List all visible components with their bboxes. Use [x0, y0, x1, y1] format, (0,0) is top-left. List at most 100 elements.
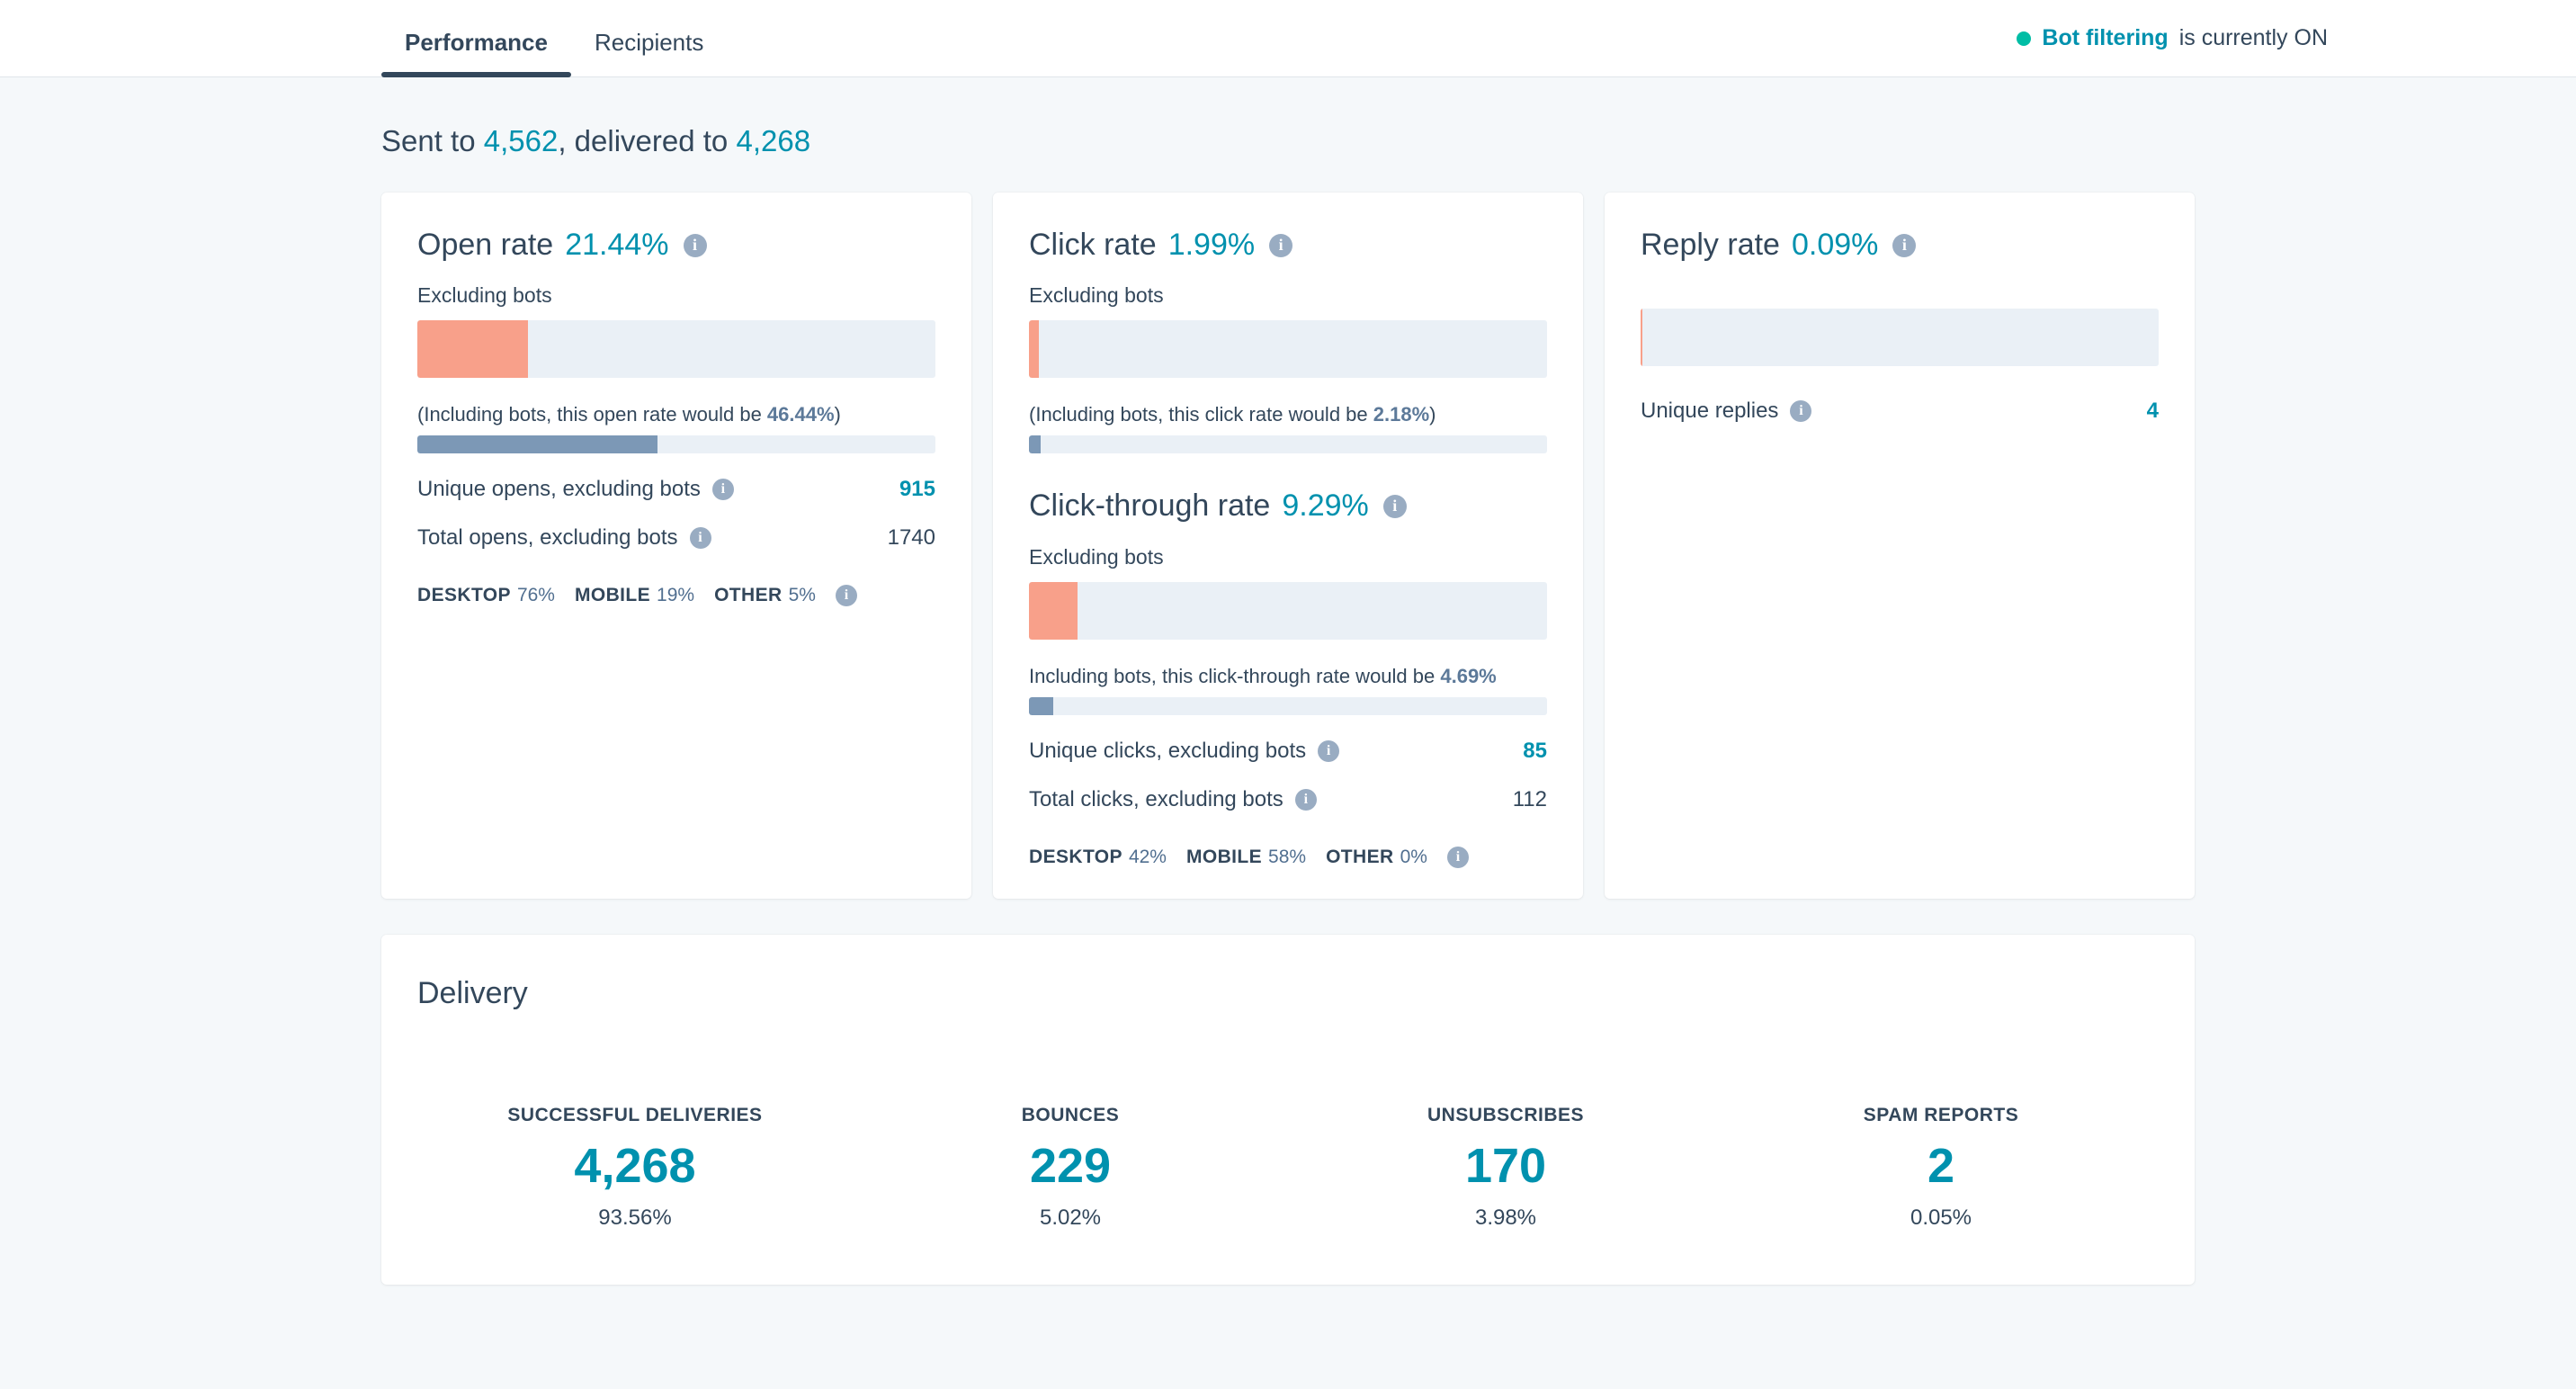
open-rate-info-icon[interactable]: i — [683, 233, 707, 257]
tab-performance[interactable]: Performance — [381, 29, 571, 77]
reply-rate-title: Reply rate 0.09% i — [1641, 228, 2159, 262]
device-other-pct: 0% — [1400, 846, 1427, 867]
open-rate-including-prefix: (Including bots, this open rate would be — [417, 403, 767, 426]
metric-percent: 5.02% — [1039, 1205, 1102, 1231]
metric-successful-deliveries: SUCCESSFUL DELIVERIES 4,268 93.56% — [417, 1105, 853, 1232]
click-rate-label: Click rate — [1029, 228, 1157, 262]
open-device-info-icon[interactable]: i — [835, 585, 857, 607]
stat-value-unique-opens: 915 — [899, 477, 935, 502]
click-rate-bar-excluding-bots — [1029, 320, 1547, 379]
tab-recipients[interactable]: Recipients — [571, 29, 727, 76]
device-other-label: OTHER — [1326, 846, 1394, 867]
click-rate-including-bots-text: (Including bots, this click rate would b… — [1029, 403, 1547, 426]
open-rate-bar-including-bots — [417, 435, 935, 454]
device-desktop: DESKTOP 42% — [1029, 847, 1167, 868]
total-opens-info-icon[interactable]: i — [689, 527, 711, 550]
click-rate-including-suffix: ) — [1429, 403, 1436, 426]
ctr-including-bar-fill — [1029, 696, 1053, 715]
metric-bounces: BOUNCES 229 5.02% — [853, 1105, 1288, 1232]
reply-rate-bar — [1641, 309, 2159, 367]
reply-rate-spacer — [1641, 262, 2159, 309]
metric-value[interactable]: 229 — [853, 1141, 1288, 1192]
sent-count: 4,562 — [483, 124, 559, 157]
click-device-info-icon[interactable]: i — [1446, 846, 1469, 868]
page-content: Sent to 4,562, delivered to 4,268 Open r… — [0, 77, 2576, 1286]
stat-value-total-opens: 1740 — [887, 525, 935, 551]
ctr-including-prefix: Including bots, this click-through rate … — [1029, 664, 1441, 687]
bot-filtering-status-text: is currently ON — [2178, 25, 2328, 50]
device-other-pct: 5% — [788, 585, 816, 606]
delivered-count: 4,268 — [736, 124, 811, 157]
top-navigation-bar: Performance Recipients Bot filtering is … — [0, 0, 2576, 77]
ctr-bar-excluding-bots — [1029, 581, 1547, 640]
open-rate-title: Open rate 21.44% i — [417, 228, 935, 262]
reply-rate-label: Reply rate — [1641, 228, 1780, 262]
stat-row-unique-replies: Unique replies i 4 — [1641, 399, 2159, 424]
metric-percent: 0.05% — [1910, 1205, 1972, 1231]
click-rate-card: Click rate 1.99% i Excluding bots (Inclu… — [993, 193, 1583, 899]
stat-row-unique-clicks: Unique clicks, excluding bots i 85 — [1029, 739, 1547, 764]
open-rate-including-value: 46.44% — [766, 403, 835, 426]
metric-percent: 3.98% — [1474, 1205, 1537, 1231]
open-rate-label: Open rate — [417, 228, 554, 262]
device-mobile: MOBILE 19% — [575, 585, 694, 606]
reply-rate-bar-fill — [1641, 309, 1642, 367]
metric-label: SUCCESSFUL DELIVERIES — [507, 1104, 763, 1125]
device-desktop-pct: 76% — [516, 585, 555, 606]
click-through-rate-info-icon[interactable]: i — [1382, 495, 1407, 519]
stat-label-wrap: Unique replies i — [1641, 399, 1812, 424]
metric-unsubscribes: UNSUBSCRIBES 170 3.98% — [1288, 1105, 1723, 1232]
device-mobile-pct: 19% — [657, 585, 695, 606]
stat-label-wrap: Total opens, excluding bots i — [417, 525, 711, 551]
click-through-rate-label: Click-through rate — [1029, 488, 1271, 524]
tab-recipients-label: Recipients — [594, 29, 704, 56]
stat-row-total-clicks: Total clicks, excluding bots i 112 — [1029, 787, 1547, 812]
click-rate-bar-including-bots — [1029, 435, 1547, 454]
metric-value[interactable]: 4,268 — [417, 1141, 853, 1192]
delivered-prefix: , delivered to — [558, 124, 737, 157]
sent-delivered-summary: Sent to 4,562, delivered to 4,268 — [381, 77, 2195, 193]
metrics-card-row: Open rate 21.44% i Excluding bots (Inclu… — [381, 193, 2195, 899]
reply-rate-info-icon[interactable]: i — [1892, 233, 1917, 257]
metric-value[interactable]: 170 — [1288, 1141, 1723, 1192]
ctr-including-value: 4.69% — [1440, 664, 1497, 687]
metric-label: BOUNCES — [1021, 1104, 1120, 1125]
stat-label-unique-opens: Unique opens, excluding bots — [417, 477, 701, 502]
open-rate-excluding-label: Excluding bots — [417, 283, 552, 308]
click-through-rate-title: Click-through rate 9.29% i — [1029, 488, 1547, 524]
ctr-excluding-label: Excluding bots — [1029, 544, 1164, 569]
open-rate-including-bots-text: (Including bots, this open rate would be… — [417, 403, 935, 426]
status-dot-icon — [2017, 31, 2032, 46]
open-rate-value: 21.44% — [565, 228, 669, 262]
device-mobile: MOBILE 58% — [1186, 847, 1306, 868]
ctr-bar-including-bots — [1029, 696, 1547, 715]
ctr-including-bots-text: Including bots, this click-through rate … — [1029, 665, 1547, 688]
metric-value[interactable]: 2 — [1723, 1141, 2159, 1192]
reply-rate-card: Reply rate 0.09% i Unique replies i 4 — [1605, 193, 2195, 899]
delivery-title: Delivery — [417, 975, 528, 1010]
stat-label-total-opens: Total opens, excluding bots — [417, 525, 678, 551]
metric-percent: 93.56% — [598, 1205, 672, 1231]
click-rate-info-icon[interactable]: i — [1269, 233, 1293, 257]
click-through-rate-value: 9.29% — [1282, 488, 1369, 524]
metric-label: UNSUBSCRIBES — [1427, 1104, 1585, 1125]
unique-opens-info-icon[interactable]: i — [711, 479, 734, 501]
open-rate-bar-fill — [417, 320, 529, 379]
device-other-label: OTHER — [714, 585, 783, 606]
stat-label-wrap: Unique clicks, excluding bots i — [1029, 739, 1340, 764]
device-desktop-label: DESKTOP — [417, 585, 511, 606]
stat-value-unique-clicks: 85 — [1523, 738, 1547, 763]
bot-filtering-status: Bot filtering is currently ON — [2017, 25, 2328, 51]
ctr-bar-fill — [1029, 581, 1078, 640]
unique-clicks-info-icon[interactable]: i — [1318, 739, 1340, 762]
stat-label-wrap: Unique opens, excluding bots i — [417, 477, 734, 502]
bot-filtering-link[interactable]: Bot filtering — [2042, 25, 2168, 51]
metric-label: SPAM REPORTS — [1863, 1104, 2019, 1125]
metric-spam-reports: SPAM REPORTS 2 0.05% — [1723, 1105, 2159, 1232]
stat-value-unique-replies: 4 — [2146, 399, 2159, 424]
unique-replies-info-icon[interactable]: i — [1790, 400, 1812, 423]
stat-label-wrap: Total clicks, excluding bots i — [1029, 787, 1317, 812]
stat-value-total-clicks: 112 — [1512, 786, 1547, 811]
open-rate-including-suffix: ) — [834, 403, 841, 426]
total-clicks-info-icon[interactable]: i — [1294, 788, 1317, 811]
